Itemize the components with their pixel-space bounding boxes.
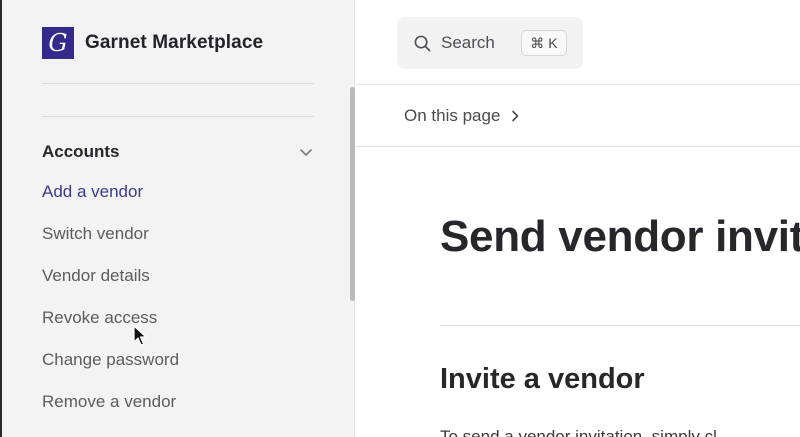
subheader-divider <box>356 146 800 147</box>
sidebar-item-vendor-details[interactable]: Vendor details <box>42 266 150 286</box>
sidebar-item-change-password[interactable]: Change password <box>42 350 179 370</box>
brand-name: Garnet Marketplace <box>85 32 264 53</box>
brand[interactable]: G Garnet Marketplace <box>42 27 263 59</box>
keyboard-shortcut-badge: ⌘ K <box>521 30 567 56</box>
sidebar: G Garnet Marketplace Accounts Add a vend… <box>0 0 355 437</box>
sidebar-divider <box>42 116 314 117</box>
sidebar-item-remove-a-vendor[interactable]: Remove a vendor <box>42 392 176 412</box>
chevron-down-icon[interactable] <box>298 144 314 160</box>
sidebar-item-add-a-vendor[interactable]: Add a vendor <box>42 182 143 202</box>
content-divider <box>440 325 800 326</box>
sidebar-item-switch-vendor[interactable]: Switch vendor <box>42 224 149 244</box>
header-divider <box>356 84 800 85</box>
on-this-page-label: On this page <box>404 106 501 125</box>
sidebar-divider <box>42 83 314 84</box>
body-paragraph: To send a vendor invitation, simply cl <box>440 427 717 437</box>
mouse-cursor-icon <box>133 325 147 346</box>
brand-logo: G <box>42 27 74 59</box>
search-icon <box>414 35 431 51</box>
section-heading: Invite a vendor <box>440 363 645 395</box>
search-label: Search <box>441 33 495 52</box>
sidebar-scrollbar[interactable] <box>350 87 355 301</box>
on-this-page-toggle[interactable]: On this page <box>404 104 522 128</box>
sidebar-section-title: Accounts <box>42 142 120 161</box>
garnet-logo-icon: G <box>42 27 74 59</box>
chevron-right-icon <box>512 110 519 122</box>
sidebar-section-accounts[interactable]: Accounts <box>42 140 314 164</box>
window-edge <box>0 0 2 437</box>
svg-text:G: G <box>48 29 67 57</box>
page-title: Send vendor invita <box>440 212 800 261</box>
search-button[interactable]: Search ⌘ K <box>397 17 583 69</box>
